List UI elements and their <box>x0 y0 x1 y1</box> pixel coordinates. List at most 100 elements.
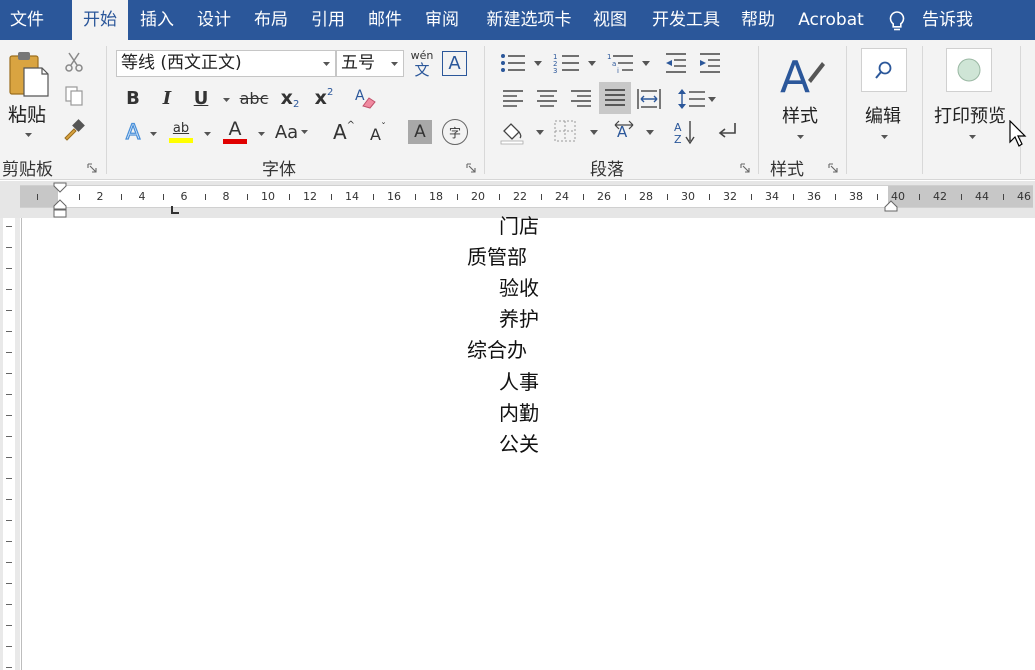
highlight-button[interactable]: ab <box>166 116 196 146</box>
document-page[interactable]: 门店 质管部 验收 养护 综合办 人事 内勤 公关 <box>21 214 1035 670</box>
character-shading-button[interactable]: A <box>408 120 432 144</box>
copy-button[interactable] <box>60 82 88 110</box>
tab-insert[interactable]: 插入 <box>132 0 182 40</box>
indent-marker-icon[interactable] <box>53 182 67 218</box>
phonetic-guide-button[interactable]: wén 文 <box>408 48 436 80</box>
document-line[interactable]: 公关 <box>499 428 539 457</box>
document-line[interactable]: 人事 <box>499 366 539 395</box>
document-line[interactable]: 养护 <box>499 303 539 332</box>
align-center-button[interactable] <box>532 84 562 114</box>
tab-developer[interactable]: 开发工具 <box>643 0 729 40</box>
align-right-button[interactable] <box>566 84 596 114</box>
print-preview-button[interactable]: 打印预览 <box>930 46 1012 146</box>
tab-layout[interactable]: 布局 <box>245 0 297 40</box>
vertical-ruler-tick <box>6 667 12 668</box>
tab-references[interactable]: 引用 <box>303 0 353 40</box>
distributed-button[interactable] <box>634 84 664 114</box>
ruler-number: 16 <box>387 190 401 203</box>
grow-font-button[interactable]: A ^ <box>330 118 358 146</box>
tab-stop-icon[interactable] <box>170 205 180 215</box>
format-painter-button[interactable] <box>60 116 88 144</box>
subscript-button[interactable]: x2 <box>276 84 304 112</box>
document-line[interactable]: 质管部 <box>467 241 527 270</box>
styles-icon: A <box>780 52 825 96</box>
change-case-button[interactable]: Aa <box>272 118 312 146</box>
numbering-button[interactable]: 1 2 3 <box>552 50 598 76</box>
underline-button[interactable]: U <box>188 84 214 112</box>
font-launcher-icon[interactable] <box>466 163 476 173</box>
paste-icon <box>9 52 49 97</box>
tab-design[interactable]: 设计 <box>189 0 239 40</box>
text-effects-button[interactable]: A <box>120 118 146 146</box>
character-border-button[interactable]: A <box>442 51 467 76</box>
ribbon-home: 粘贴 剪贴板 等线 (西文正文) 五号 wén 文 A B I U abc x … <box>0 40 1035 180</box>
justify-button[interactable] <box>599 82 631 114</box>
tab-mailings[interactable]: 邮件 <box>360 0 410 40</box>
align-left-button[interactable] <box>498 84 528 114</box>
tab-review[interactable]: 审阅 <box>417 0 467 40</box>
line-spacing-button[interactable] <box>676 84 718 114</box>
editing-label: 编辑 <box>865 106 901 127</box>
tab-help[interactable]: 帮助 <box>733 0 783 40</box>
tab-new-tab[interactable]: 新建选项卡 <box>474 0 584 40</box>
decrease-indent-button[interactable] <box>662 50 690 76</box>
text-effects-dropdown-icon[interactable] <box>149 131 158 137</box>
paste-button[interactable]: 粘贴 <box>4 46 52 146</box>
cut-button[interactable] <box>60 48 88 76</box>
paragraph-launcher-icon[interactable] <box>740 163 750 173</box>
underline-dropdown-icon[interactable] <box>222 97 231 103</box>
tab-home[interactable]: 开始 <box>72 0 128 41</box>
clipboard-launcher-icon[interactable] <box>87 163 97 173</box>
styles-button[interactable]: A 样式 <box>770 46 832 146</box>
enclose-characters-button[interactable]: 字 <box>442 119 468 145</box>
increase-indent-button[interactable] <box>696 50 724 76</box>
document-line[interactable]: 综合办 <box>467 334 527 363</box>
document-line[interactable]: 门店 <box>499 210 539 239</box>
tab-acrobat[interactable]: Acrobat <box>789 0 873 40</box>
right-indent-marker-icon[interactable] <box>884 200 898 212</box>
document-line[interactable]: 验收 <box>499 272 539 301</box>
sort-button[interactable]: A Z <box>670 118 700 146</box>
font-size-combo[interactable]: 五号 <box>336 50 404 77</box>
paste-dropdown-icon <box>25 133 32 137</box>
ruler-number: 18 <box>429 190 443 203</box>
borders-button[interactable] <box>552 118 600 146</box>
vertical-ruler-tick <box>6 478 12 479</box>
highlight-dropdown-icon[interactable] <box>203 131 212 137</box>
font-color-swatch <box>223 138 247 144</box>
bullets-button[interactable] <box>498 50 544 76</box>
italic-button[interactable]: I <box>154 84 180 112</box>
clear-formatting-button[interactable]: A <box>350 84 380 112</box>
editing-button[interactable]: 编辑 <box>856 46 914 146</box>
superscript-button[interactable]: x2 <box>310 84 338 112</box>
subscript-mark: 2 <box>292 98 300 110</box>
document-line[interactable]: 内勤 <box>499 397 539 426</box>
font-name-combo[interactable]: 等线 (西文正文) <box>116 50 336 77</box>
strikethrough-button[interactable]: abc <box>238 84 270 112</box>
font-color-button[interactable]: A <box>220 116 250 146</box>
formatting-marks-icon <box>718 123 736 138</box>
tab-view[interactable]: 视图 <box>585 0 635 40</box>
vertical-ruler-tick <box>6 436 12 437</box>
chinese-layout-button[interactable]: A <box>612 118 658 146</box>
shrink-font-button[interactable]: Aˇ <box>364 118 392 146</box>
ruler-number: 14 <box>345 190 359 203</box>
increase-indent-icon <box>700 53 720 73</box>
tell-me-box[interactable]: 告诉我 <box>888 0 988 40</box>
vertical-ruler[interactable] <box>3 218 15 670</box>
scissors-icon <box>65 52 83 72</box>
ruler-tick <box>877 194 878 200</box>
word-window: 文件 开始 插入 设计 布局 引用 邮件 审阅 新建选项卡 视图 开发工具 帮助… <box>0 0 1035 670</box>
vertical-ruler-tick <box>6 268 12 269</box>
show-formatting-marks-button[interactable] <box>712 118 742 146</box>
multilevel-list-button[interactable]: 1 a i <box>606 50 652 76</box>
numbered-list-icon: 1 2 3 <box>553 53 596 74</box>
font-name-value: 等线 (西文正文) <box>121 53 242 73</box>
tab-file[interactable]: 文件 <box>0 0 54 40</box>
vertical-ruler-tick <box>6 394 12 395</box>
group-divider <box>106 46 107 174</box>
styles-launcher-icon[interactable] <box>828 163 838 173</box>
font-color-dropdown-icon[interactable] <box>257 131 266 137</box>
bold-button[interactable]: B <box>120 84 146 112</box>
paragraph-shading-button[interactable] <box>498 118 546 146</box>
